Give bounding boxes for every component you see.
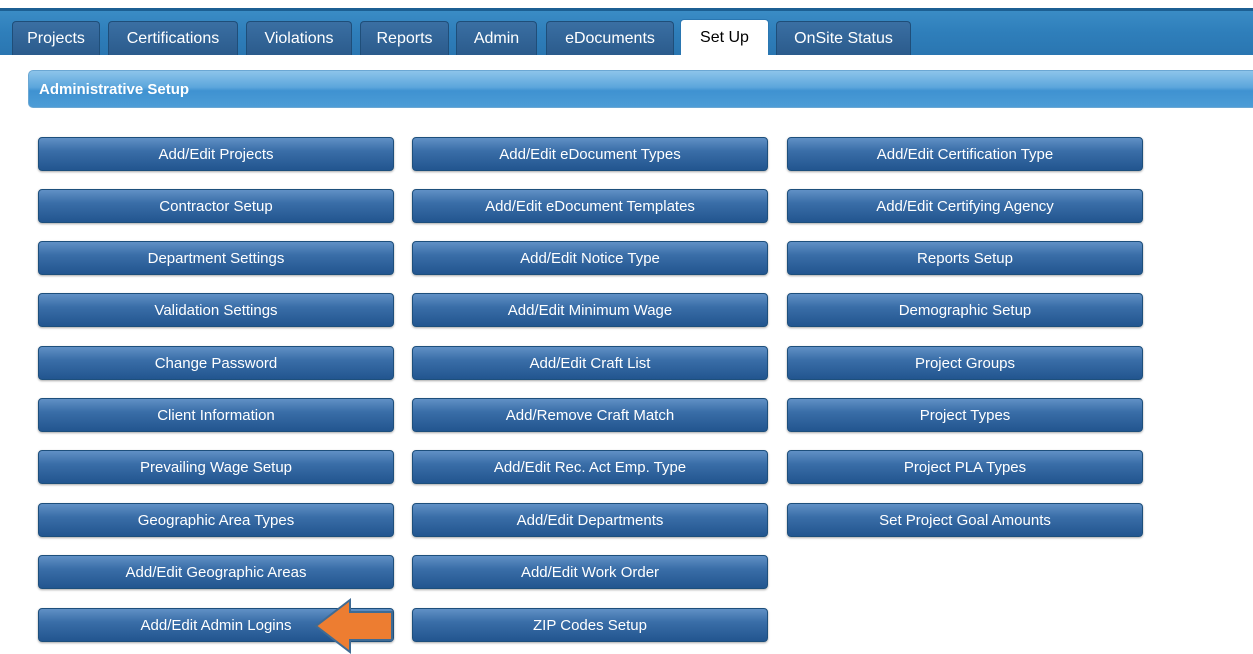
department-settings-button[interactable]: Department Settings (38, 241, 394, 275)
add-edit-departments-button[interactable]: Add/Edit Departments (412, 503, 768, 537)
tab-reports[interactable]: Reports (360, 21, 449, 55)
geographic-area-types-button[interactable]: Geographic Area Types (38, 503, 394, 537)
tab-projects[interactable]: Projects (12, 21, 100, 55)
tab-admin[interactable]: Admin (456, 21, 537, 55)
tab-certifications[interactable]: Certifications (108, 21, 238, 55)
reports-setup-button[interactable]: Reports Setup (787, 241, 1143, 275)
prevailing-wage-setup-button[interactable]: Prevailing Wage Setup (38, 450, 394, 484)
tab-edocuments[interactable]: eDocuments (546, 21, 674, 55)
tab-onsite-status[interactable]: OnSite Status (776, 21, 911, 55)
arrow-left-icon (314, 598, 393, 654)
add-edit-minimum-wage-button[interactable]: Add/Edit Minimum Wage (412, 293, 768, 327)
client-information-button[interactable]: Client Information (38, 398, 394, 432)
tab-violations[interactable]: Violations (246, 21, 352, 55)
demographic-setup-button[interactable]: Demographic Setup (787, 293, 1143, 327)
add-edit-notice-type-button[interactable]: Add/Edit Notice Type (412, 241, 768, 275)
section-title: Administrative Setup (39, 80, 190, 98)
zip-codes-setup-button[interactable]: ZIP Codes Setup (412, 608, 768, 642)
contractor-setup-button[interactable]: Contractor Setup (38, 189, 394, 223)
add-edit-edocument-templates-button[interactable]: Add/Edit eDocument Templates (412, 189, 768, 223)
add-remove-craft-match-button[interactable]: Add/Remove Craft Match (412, 398, 768, 432)
project-groups-button[interactable]: Project Groups (787, 346, 1143, 380)
add-edit-edocument-types-button[interactable]: Add/Edit eDocument Types (412, 137, 768, 171)
add-edit-certifying-agency-button[interactable]: Add/Edit Certifying Agency (787, 189, 1143, 223)
tab-set-up[interactable]: Set Up (680, 19, 769, 55)
set-project-goal-amounts-button[interactable]: Set Project Goal Amounts (787, 503, 1143, 537)
main-tab-bar: Projects Certifications Violations Repor… (0, 8, 1253, 55)
validation-settings-button[interactable]: Validation Settings (38, 293, 394, 327)
add-edit-craft-list-button[interactable]: Add/Edit Craft List (412, 346, 768, 380)
tab-bar-top-border (0, 8, 1253, 11)
add-edit-certification-type-button[interactable]: Add/Edit Certification Type (787, 137, 1143, 171)
project-types-button[interactable]: Project Types (787, 398, 1143, 432)
page-root: Projects Certifications Violations Repor… (0, 0, 1253, 654)
change-password-button[interactable]: Change Password (38, 346, 394, 380)
add-edit-projects-button[interactable]: Add/Edit Projects (38, 137, 394, 171)
section-header: Administrative Setup (28, 70, 1253, 108)
add-edit-work-order-button[interactable]: Add/Edit Work Order (412, 555, 768, 589)
project-pla-types-button[interactable]: Project PLA Types (787, 450, 1143, 484)
add-edit-rec-act-emp-type-button[interactable]: Add/Edit Rec. Act Emp. Type (412, 450, 768, 484)
add-edit-geographic-areas-button[interactable]: Add/Edit Geographic Areas (38, 555, 394, 589)
